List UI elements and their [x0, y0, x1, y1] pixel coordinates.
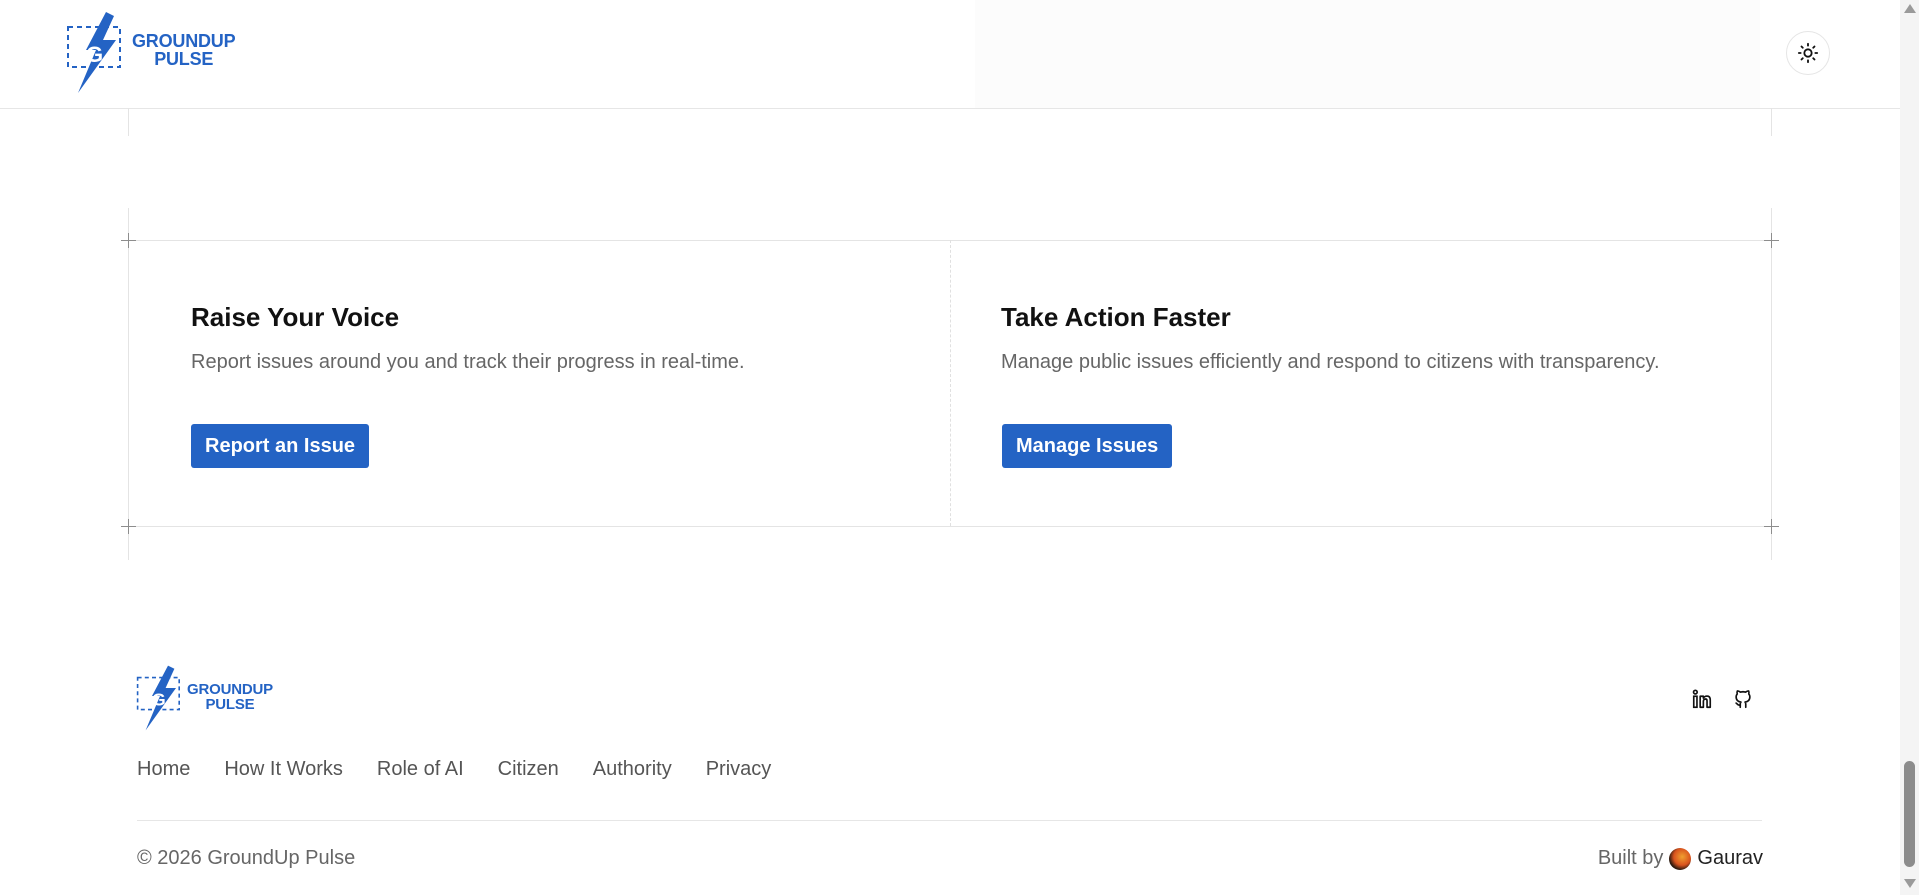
footer-divider: [137, 820, 1762, 821]
citizen-card: Raise Your Voice Report issues around yo…: [191, 302, 745, 374]
page-scrollbar[interactable]: [1900, 0, 1919, 895]
authority-card: Take Action Faster Manage public issues …: [1001, 302, 1660, 374]
footer-nav: Home How It Works Role of AI Citizen Aut…: [137, 758, 771, 781]
author-link[interactable]: Gaurav: [1697, 847, 1763, 870]
footer-link-home[interactable]: Home: [137, 758, 190, 781]
avatar: [1669, 847, 1692, 870]
github-icon: [1735, 690, 1751, 709]
github-link[interactable]: [1732, 688, 1754, 710]
citizen-card-title: Raise Your Voice: [191, 302, 400, 332]
logo-line-2: PULSE: [154, 48, 214, 69]
svg-text:G: G: [86, 42, 103, 67]
card-divider: [950, 240, 951, 526]
linkedin-icon: [1692, 689, 1712, 709]
built-by: Built by Gaurav: [1598, 847, 1763, 870]
header-center-panel: [975, 0, 1760, 108]
grid-line: [128, 108, 129, 136]
site-header: G GROUNDUP PULSE: [0, 0, 1900, 109]
logo-bolt-icon: G: [67, 12, 121, 93]
logo-line-1: GROUNDUP: [187, 681, 273, 698]
footer-logo[interactable]: G GROUNDUP PULSE: [136, 662, 273, 734]
scroll-up-arrow-icon[interactable]: [1904, 4, 1916, 13]
authority-card-description: Manage public issues efficiently and res…: [1001, 351, 1660, 373]
scrollbar-thumb[interactable]: [1904, 761, 1915, 867]
authority-card-title: Take Action Faster: [1001, 302, 1231, 332]
footer-link-authority[interactable]: Authority: [593, 758, 672, 781]
report-issue-button[interactable]: Report an Issue: [191, 424, 370, 468]
grid-line: [1771, 108, 1772, 136]
scroll-down-arrow-icon[interactable]: [1904, 879, 1916, 888]
footer-link-role-of-ai[interactable]: Role of AI: [377, 758, 464, 781]
footer-link-privacy[interactable]: Privacy: [706, 758, 772, 781]
logo-bolt-icon: G: [136, 665, 180, 731]
built-by-label: Built by: [1597, 847, 1664, 869]
logo-line-2: PULSE: [205, 696, 255, 713]
corner-marker: [1764, 233, 1779, 248]
header-logo[interactable]: G GROUNDUP PULSE: [66, 10, 236, 95]
citizen-card-description: Report issues around you and track their…: [191, 351, 745, 373]
linkedin-link[interactable]: [1691, 688, 1713, 710]
footer-link-citizen[interactable]: Citizen: [498, 758, 559, 781]
corner-marker: [121, 233, 136, 248]
logo-wordmark: GROUNDUP PULSE: [187, 682, 273, 712]
sun-icon: [1797, 42, 1819, 64]
logo-wordmark: GROUNDUP PULSE: [132, 30, 236, 69]
corner-marker: [121, 519, 136, 534]
grid-line: [128, 208, 129, 560]
footer-link-how-it-works[interactable]: How It Works: [224, 758, 343, 781]
grid-line: [128, 526, 1771, 527]
manage-issues-button[interactable]: Manage Issues: [1002, 424, 1173, 468]
corner-marker: [1764, 519, 1779, 534]
theme-toggle-button[interactable]: [1786, 31, 1830, 75]
svg-text:G: G: [152, 690, 166, 710]
grid-line: [1771, 208, 1772, 560]
copyright-text: © 2026 GroundUp Pulse: [137, 847, 356, 869]
logo-line-1: GROUNDUP: [132, 30, 236, 51]
